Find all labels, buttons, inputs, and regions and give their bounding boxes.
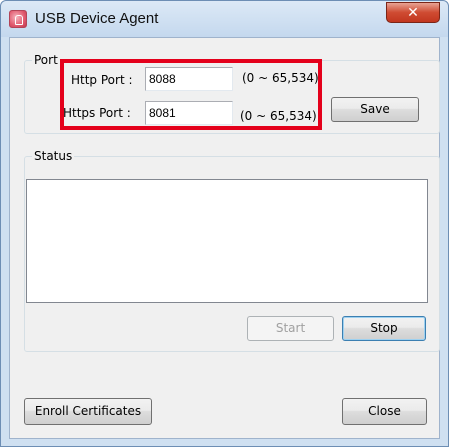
status-log-area[interactable] — [26, 179, 428, 303]
window-title: USB Device Agent — [35, 10, 159, 27]
status-group-label: Status — [32, 148, 75, 164]
app-window: USB Device Agent ✕ Port Http Port : (0 ~… — [0, 0, 449, 447]
usb-agent-app-icon — [9, 10, 27, 28]
save-button[interactable]: Save — [331, 97, 419, 122]
title-bar[interactable]: USB Device Agent ✕ — [1, 1, 448, 37]
http-port-range: (0 ~ 65,534) — [242, 71, 319, 85]
start-button[interactable]: Start — [247, 316, 334, 341]
port-group-label: Port — [32, 52, 60, 68]
https-port-label: Https Port : — [63, 106, 131, 120]
window-close-button[interactable]: ✕ — [386, 2, 440, 23]
stop-button[interactable]: Stop — [342, 316, 426, 341]
https-port-input[interactable] — [145, 101, 233, 125]
http-port-input[interactable] — [145, 67, 233, 91]
https-port-range: (0 ~ 65,534) — [240, 109, 317, 123]
close-button[interactable]: Close — [342, 398, 427, 425]
dialog-body: Port Http Port : (0 ~ 65,534) Https Port… — [9, 37, 440, 439]
http-port-label: Http Port : — [71, 73, 133, 87]
enroll-certificates-button[interactable]: Enroll Certificates — [24, 398, 152, 425]
close-icon: ✕ — [407, 5, 419, 21]
